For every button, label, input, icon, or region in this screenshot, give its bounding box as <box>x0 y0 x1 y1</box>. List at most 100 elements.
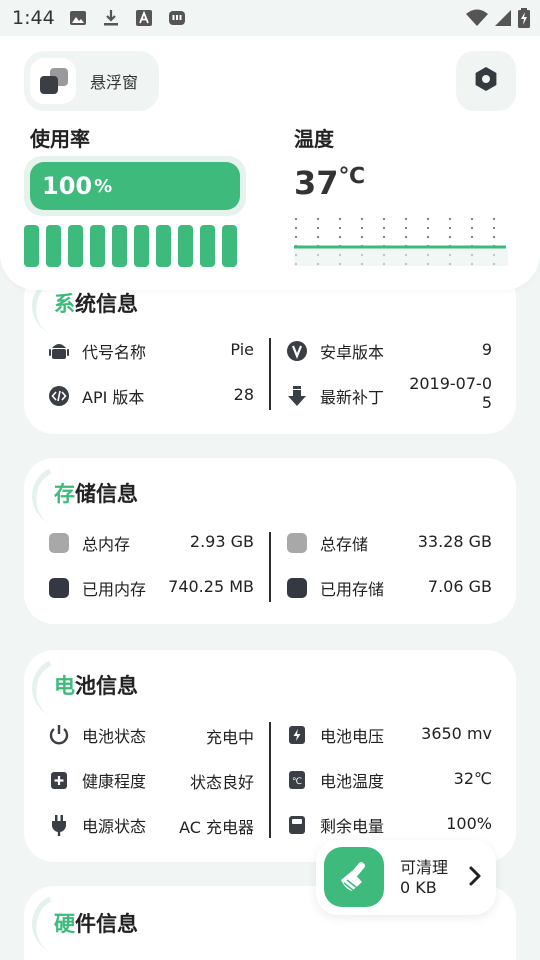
battery-voltage-value: 3650 mv <box>421 724 492 743</box>
battery-info-card: 电池信息 电池状态 充电中 健康程度 状态良好 电源状态 AC 充电器 电池电压… <box>23 649 516 862</box>
graph-grid-dot <box>316 226 320 230</box>
signal-icon <box>494 9 512 31</box>
graph-grid-dot <box>338 217 342 221</box>
power-icon <box>48 724 70 746</box>
temperature-value: 37 <box>294 164 339 202</box>
codename-value: Pie <box>230 340 254 359</box>
graph-grid-dot <box>470 217 474 221</box>
android-version-value: 9 <box>481 340 492 359</box>
android-icon <box>48 340 70 362</box>
storage-info-card: 存储信息 总内存 2.93 GB 已用内存 740.25 MB 总存储 33.2… <box>23 457 516 624</box>
cpu-core-bar <box>134 225 149 267</box>
version-icon <box>286 340 308 362</box>
float-window-label: 悬浮窗 <box>90 73 139 92</box>
total-memory-icon <box>48 532 70 554</box>
download-icon <box>286 385 308 407</box>
cpu-core-bar <box>178 225 193 267</box>
list-item: ℃ 电池温度 <box>286 765 384 795</box>
used-memory-value: 740.25 MB <box>168 577 254 596</box>
usage-progress-fill: 100% <box>30 162 240 210</box>
download-status-icon <box>102 9 120 27</box>
cpu-core-bar <box>156 225 171 267</box>
temperature-title: 温度 <box>294 127 334 151</box>
power-source-value: AC 充电器 <box>179 818 254 837</box>
health-icon <box>48 769 70 791</box>
graph-grid-dot <box>426 217 430 221</box>
cpu-core-bar <box>112 225 127 267</box>
chevron-right-icon <box>468 865 482 891</box>
temperature-graph <box>294 217 508 266</box>
graph-grid-dot <box>382 235 386 239</box>
float-window-icon <box>30 58 76 104</box>
graph-grid-dot <box>448 217 452 221</box>
float-window-button[interactable]: 悬浮窗 <box>24 51 159 111</box>
list-item: 电源状态 <box>48 810 146 840</box>
graph-grid-dot <box>492 226 496 230</box>
graph-grid-dot <box>404 226 408 230</box>
graph-grid-dot <box>338 235 342 239</box>
graph-grid-dot <box>470 235 474 239</box>
cpu-core-bar <box>68 225 83 267</box>
total-storage-value: 33.28 GB <box>417 532 492 551</box>
cpu-core-bars <box>24 225 237 267</box>
code-icon <box>48 385 70 407</box>
graph-grid-dot <box>360 217 364 221</box>
list-item: 已用存储 <box>286 573 384 603</box>
graph-grid-dot <box>316 217 320 221</box>
battery-status-value: 充电中 <box>205 728 254 747</box>
battery-info-title: 电池信息 <box>54 674 138 698</box>
graph-grid-dot <box>448 226 452 230</box>
graph-grid-dot <box>492 235 496 239</box>
status-bar: 1:44 <box>0 0 540 36</box>
security-patch-value: 2019-07-0 5 <box>409 374 492 412</box>
wifi-icon <box>466 9 488 31</box>
voltage-icon <box>286 724 308 746</box>
graph-grid-dot <box>448 235 452 239</box>
clean-button[interactable]: 可清理 0 KB <box>316 840 496 915</box>
clean-label: 可清理 <box>400 858 449 877</box>
system-info-title: 系统信息 <box>54 292 138 316</box>
graph-grid-dot <box>294 235 298 239</box>
graph-grid-dot <box>316 235 320 239</box>
list-item: 总内存 <box>48 528 130 558</box>
used-storage-value: 7.06 GB <box>427 577 492 596</box>
list-item: 已用内存 <box>48 573 146 603</box>
list-item: 安卓版本 <box>286 336 384 366</box>
used-memory-icon <box>48 577 70 599</box>
usage-unit: % <box>94 175 113 197</box>
battery-health-value: 状态良好 <box>189 773 254 792</box>
list-item: 最新补丁 <box>286 381 384 411</box>
plug-icon <box>48 814 70 836</box>
temperature-reading: 37℃ <box>294 164 365 202</box>
battery-level-icon <box>286 814 308 836</box>
graph-grid-dot <box>338 226 342 230</box>
total-memory-value: 2.93 GB <box>189 532 254 551</box>
graph-grid-dot <box>404 235 408 239</box>
broom-icon <box>324 847 384 907</box>
status-time: 1:44 <box>12 7 55 29</box>
graph-grid-dot <box>382 217 386 221</box>
list-item: 总存储 <box>286 528 368 558</box>
api-version-value: 28 <box>233 385 254 404</box>
cpu-core-bar <box>46 225 61 267</box>
graph-grid-dot <box>360 226 364 230</box>
hardware-info-title: 硬件信息 <box>54 912 138 936</box>
cpu-core-bar <box>200 225 215 267</box>
battery-charging-icon <box>518 8 530 32</box>
total-storage-icon <box>286 532 308 554</box>
svg-text:℃: ℃ <box>292 777 302 787</box>
system-info-card: 系统信息 代号名称 Pie API 版本 28 安卓版本 9 最新补丁 2019… <box>23 267 516 434</box>
usage-progress-bar: 100% <box>24 156 246 216</box>
gallery-icon <box>69 9 87 27</box>
settings-button[interactable] <box>456 51 516 111</box>
graph-grid-dot <box>360 235 364 239</box>
used-storage-icon <box>286 577 308 599</box>
battery-level-value: 100% <box>446 814 492 833</box>
clean-size: 0 KB <box>400 878 437 897</box>
top-monitor-panel: 悬浮窗 使用率 100% 温度 37℃ <box>0 36 540 290</box>
graph-grid-dot <box>426 235 430 239</box>
battery-temperature-value: 32℃ <box>453 769 492 788</box>
graph-grid-dot <box>470 226 474 230</box>
list-item: API 版本 <box>48 381 144 411</box>
list-item: 剩余电量 <box>286 810 384 840</box>
